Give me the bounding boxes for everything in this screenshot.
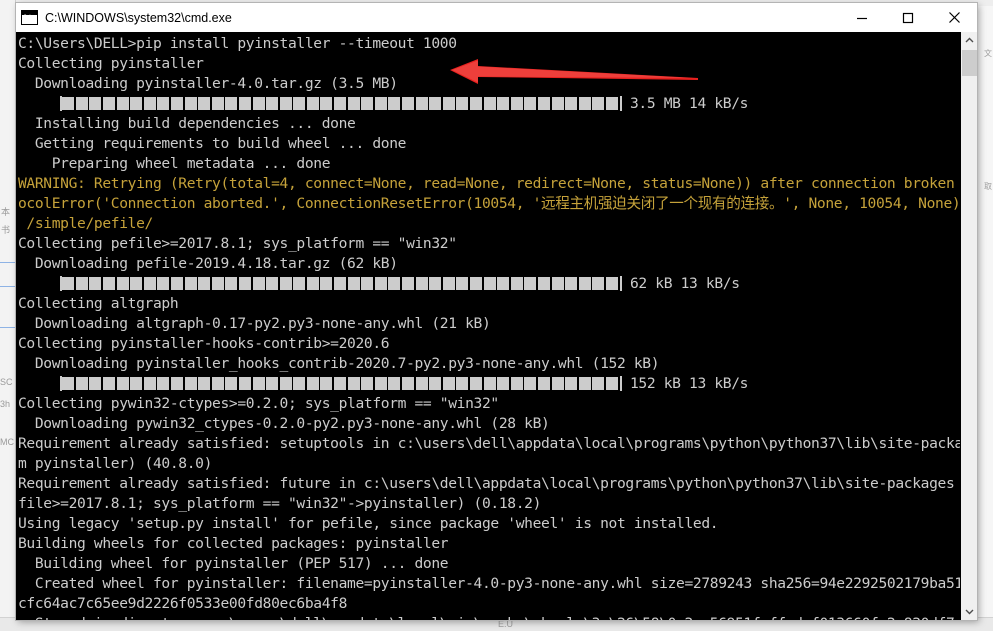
- console-line: Downloading pywin32_ctypes-0.2.0-py2.py3…: [18, 415, 550, 432]
- window-title: C:\WINDOWS\system32\cmd.exe: [45, 10, 232, 25]
- progress-bar-right-edge: [619, 375, 622, 391]
- window-controls: [839, 3, 977, 32]
- scrollbar-thumb[interactable]: [962, 50, 977, 76]
- console-output[interactable]: C:\Users\DELL>pip install pyinstaller --…: [16, 32, 960, 620]
- background-fragment: E.U: [498, 619, 514, 629]
- console-line: C:\Users\DELL>pip install pyinstaller --…: [18, 35, 457, 52]
- progress-bar-stats: 152 kB 13 kB/s: [621, 375, 749, 392]
- console-line: Created wheel for pyinstaller: filename=…: [18, 575, 960, 592]
- console-area[interactable]: C:\Users\DELL>pip install pyinstaller --…: [16, 32, 977, 620]
- console-line: 62 kB 13 kB/s: [18, 274, 960, 294]
- console-line: Stored in directory: c:\users\dell\appda…: [18, 614, 960, 620]
- progress-bar: [62, 276, 619, 290]
- background-fragment: 本: [1, 207, 11, 217]
- console-line: file>=2017.8.1; sys_platform == "win32"-…: [18, 495, 542, 512]
- console-line: m pyinstaller) (40.8.0): [18, 455, 213, 472]
- progress-bar: [62, 376, 619, 390]
- console-line: Collecting pyinstaller: [18, 55, 204, 72]
- console-line: Downloading altgraph-0.17-py2.py3-none-a…: [18, 315, 491, 332]
- maximize-button[interactable]: [885, 3, 931, 32]
- console-line: Collecting pefile>=2017.8.1; sys_platfor…: [18, 235, 457, 252]
- cmd-window: C:\WINDOWS\system32\cmd.exe C:\Use: [16, 3, 977, 620]
- console-scrollbar[interactable]: [960, 32, 977, 620]
- background-window-left-edge: 本 书 SC 3h MC: [0, 0, 16, 631]
- console-line: cfc64ac7c65ee9d2226f0533e00fd80ec6ba4f8: [18, 595, 348, 612]
- console-line: /simple/pefile/: [18, 215, 153, 232]
- console-line: Downloading pyinstaller-4.0.tar.gz (3.5 …: [18, 75, 398, 92]
- background-fragment: 取: [984, 182, 992, 191]
- console-line: Building wheel for pyinstaller (PEP 517)…: [18, 555, 449, 572]
- console-line: 152 kB 13 kB/s: [18, 374, 960, 394]
- background-fragment: SC: [0, 377, 13, 387]
- background-window-right-edge: 文 取: [976, 6, 993, 617]
- background-fragment: 3h: [0, 399, 11, 409]
- console-line: Collecting altgraph: [18, 295, 179, 312]
- progress-bar: [62, 96, 619, 110]
- console-line: Requirement already satisfied: future in…: [18, 475, 960, 492]
- console-line: Downloading pefile-2019.4.18.tar.gz (62 …: [18, 255, 398, 272]
- console-line: ocolError('Connection aborted.', Connect…: [18, 195, 960, 212]
- progress-bar-stats: 62 kB 13 kB/s: [621, 275, 740, 292]
- scrollbar-track[interactable]: [960, 49, 977, 620]
- console-line: Using legacy 'setup.py install' for pefi…: [18, 515, 719, 532]
- console-line: WARNING: Retrying (Retry(total=4, connec…: [18, 175, 960, 192]
- console-line: Installing build dependencies ... done: [18, 115, 356, 132]
- console-line: Requirement already satisfied: setuptool…: [18, 435, 960, 452]
- console-icon: [21, 10, 38, 25]
- scroll-up-arrow[interactable]: [960, 32, 977, 49]
- progress-bar-right-edge: [619, 275, 622, 291]
- scroll-down-arrow[interactable]: [961, 603, 977, 620]
- console-line: Building wheels for collected packages: …: [18, 535, 449, 552]
- console-line: Collecting pywin32-ctypes>=0.2.0; sys_pl…: [18, 395, 499, 412]
- background-fragment: 书: [1, 225, 11, 235]
- progress-bar-right-edge: [619, 95, 622, 111]
- minimize-button[interactable]: [839, 3, 885, 32]
- console-line: 3.5 MB 14 kB/s: [18, 94, 960, 114]
- window-titlebar[interactable]: C:\WINDOWS\system32\cmd.exe: [16, 3, 977, 32]
- background-fragment: MC: [0, 437, 14, 447]
- progress-bar-stats: 3.5 MB 14 kB/s: [621, 95, 749, 112]
- background-fragment: 文: [984, 49, 992, 58]
- console-line: Downloading pyinstaller_hooks_contrib-20…: [18, 355, 660, 372]
- console-line: Collecting pyinstaller-hooks-contrib>=20…: [18, 335, 390, 352]
- console-line: Getting requirements to build wheel ... …: [18, 135, 407, 152]
- close-button[interactable]: [931, 3, 977, 32]
- console-line: Preparing wheel metadata ... done: [18, 155, 331, 172]
